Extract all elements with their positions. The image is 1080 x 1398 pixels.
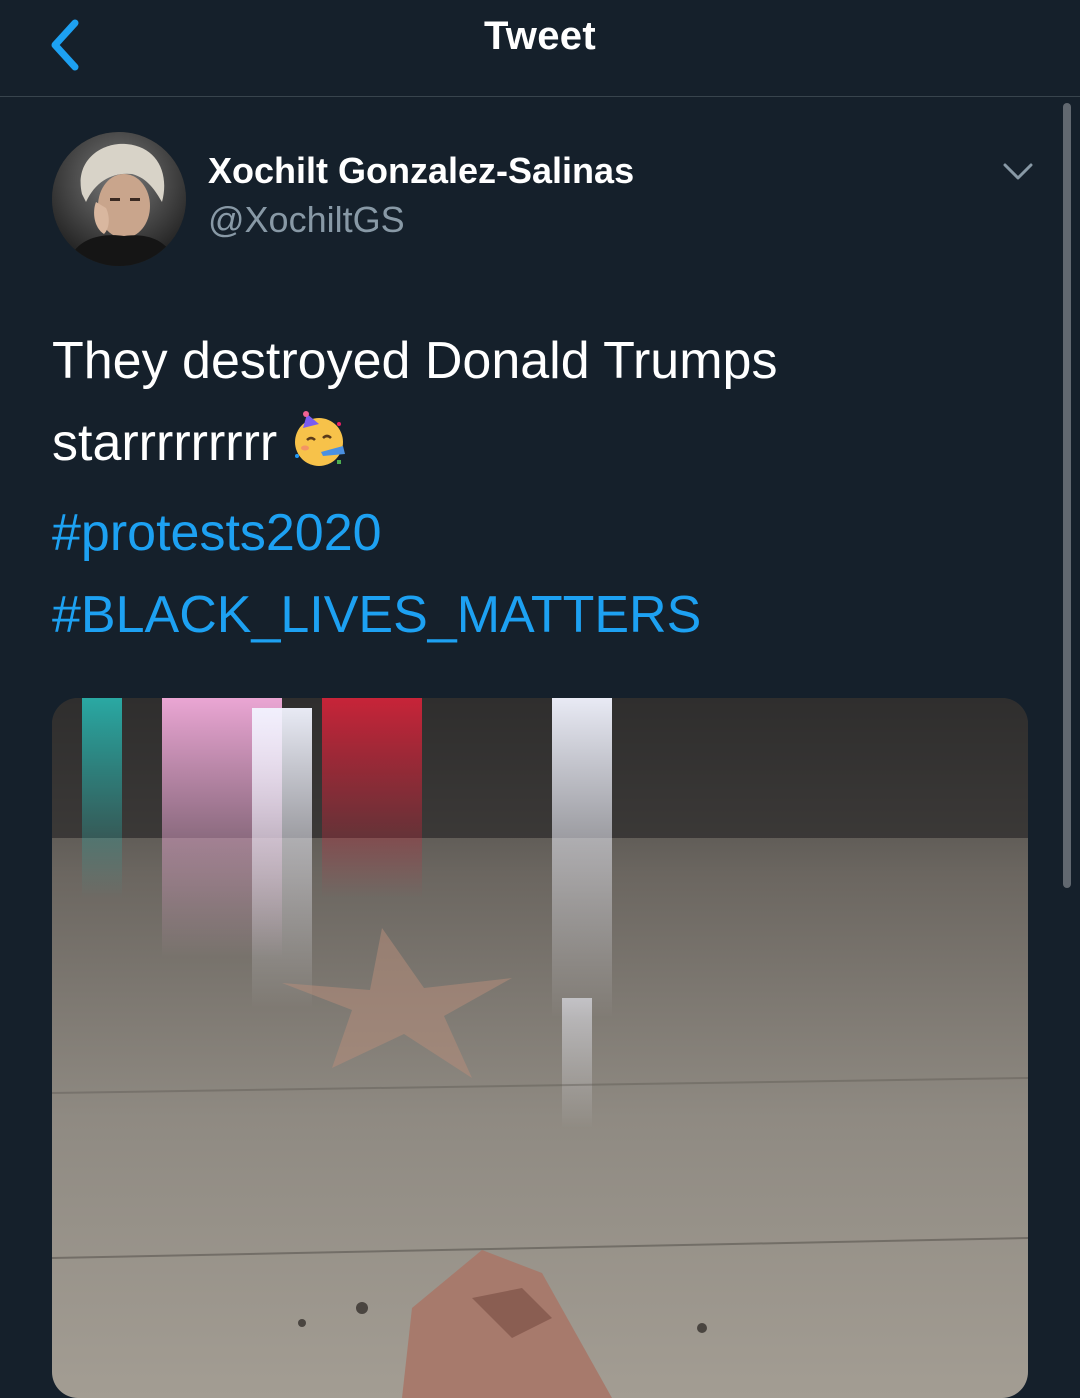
hashtag-link[interactable]: #protests2020 xyxy=(52,492,1022,574)
tweet-media-photo[interactable] xyxy=(52,698,1028,1398)
tweet-text: They destroyed Donald Trumps starrrrrrrr… xyxy=(52,320,1022,656)
author-display-name[interactable]: Xochilt Gonzalez-Salinas xyxy=(208,150,634,192)
hashtag-link[interactable]: #BLACK_LIVES_MATTERS xyxy=(52,574,1022,656)
nav-bar: Tweet xyxy=(0,0,1080,97)
tweet-text-line: They destroyed Donald Trumps xyxy=(52,332,778,390)
tweet-text-word: starrrrrrrrr xyxy=(52,414,278,472)
tweet-text-line: starrrrrrrrr xyxy=(52,402,1022,492)
avatar-photo xyxy=(52,132,186,266)
chevron-down-icon xyxy=(1003,163,1033,180)
street-photo xyxy=(52,698,1028,1398)
scrollbar[interactable] xyxy=(1063,103,1071,888)
tweet-options-button[interactable] xyxy=(996,150,1040,194)
avatar[interactable] xyxy=(52,132,186,266)
partying-face-emoji-icon xyxy=(291,410,349,492)
author-handle[interactable]: @XochiltGS xyxy=(208,199,405,241)
page-title: Tweet xyxy=(484,14,596,58)
